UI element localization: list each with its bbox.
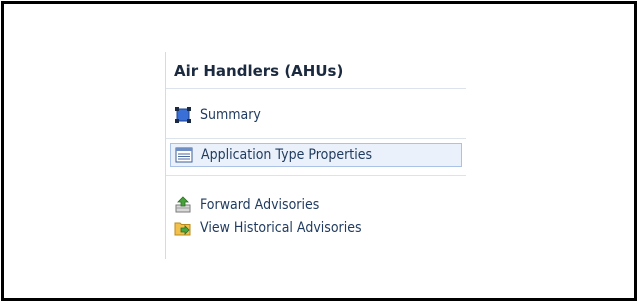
menu-item-label: Application Type Properties bbox=[201, 147, 373, 163]
divider bbox=[166, 138, 466, 139]
panel-title: Air Handlers (AHUs) bbox=[174, 62, 344, 80]
menu-item-label: View Historical Advisories bbox=[200, 220, 362, 236]
divider bbox=[166, 175, 466, 176]
forward-advisories-icon bbox=[174, 196, 192, 214]
menu-item-label: Summary bbox=[200, 107, 261, 123]
menu-item-application-type-properties[interactable]: Application Type Properties bbox=[170, 143, 462, 167]
ahu-menu-panel: Air Handlers (AHUs) Summary Application … bbox=[165, 52, 466, 259]
historical-advisories-icon bbox=[174, 219, 192, 237]
properties-list-icon bbox=[175, 146, 193, 164]
menu-item-view-historical-advisories[interactable]: View Historical Advisories bbox=[170, 216, 462, 240]
summary-square-icon bbox=[174, 106, 192, 124]
title-divider bbox=[166, 88, 466, 89]
menu-item-summary[interactable]: Summary bbox=[170, 103, 462, 127]
menu-item-label: Forward Advisories bbox=[200, 197, 320, 213]
menu-item-forward-advisories[interactable]: Forward Advisories bbox=[170, 193, 462, 217]
